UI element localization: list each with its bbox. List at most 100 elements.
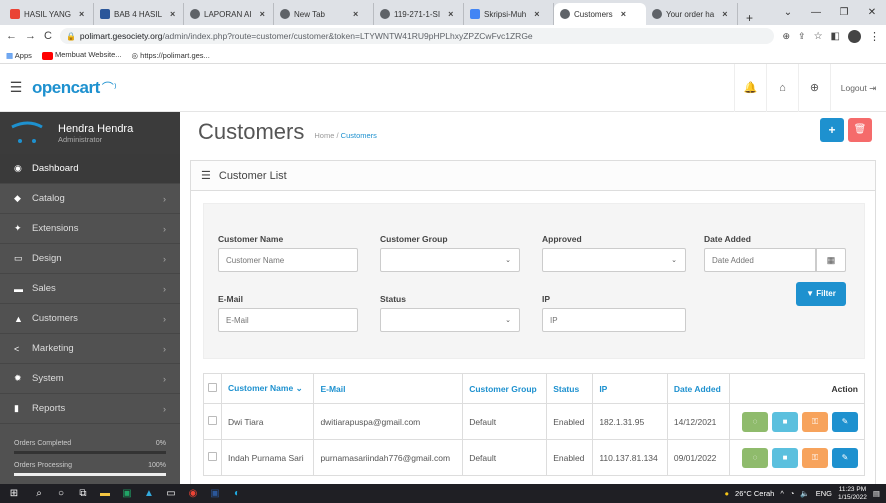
new-tab-button[interactable]: + bbox=[738, 11, 761, 25]
browser-tab[interactable]: LAPORAN AI × bbox=[184, 3, 274, 25]
col-date-added[interactable]: Date Added bbox=[666, 373, 731, 404]
lifebuoy-icon[interactable]: ⊕ bbox=[798, 64, 830, 112]
col-customer-name[interactable]: Customer Name ⌄ bbox=[220, 373, 315, 404]
filter-button[interactable]: ▼ Filter bbox=[796, 282, 846, 306]
browser-tab[interactable]: Your order ha × bbox=[646, 3, 738, 25]
sidebar-item-extensions[interactable]: ✦ Extensions › bbox=[0, 214, 180, 244]
close-icon[interactable]: × bbox=[722, 9, 727, 19]
task-view-icon[interactable]: ⧉ bbox=[72, 488, 94, 499]
close-icon[interactable]: × bbox=[79, 9, 84, 19]
date-added-input[interactable] bbox=[704, 248, 816, 272]
col-email[interactable]: E-Mail bbox=[313, 373, 464, 404]
bell-icon[interactable]: 🔔 bbox=[734, 64, 766, 112]
browser-tab[interactable]: HASIL YANG × bbox=[4, 3, 94, 25]
close-icon[interactable]: × bbox=[260, 9, 265, 19]
chevron-up-icon[interactable]: ^ bbox=[780, 489, 784, 498]
edit-pencil-icon[interactable]: ✎ bbox=[832, 447, 858, 468]
home-icon[interactable]: ⌂ bbox=[766, 64, 798, 112]
reload-icon[interactable]: C bbox=[44, 30, 52, 42]
browser-tab[interactable]: Skripsi-Muh × bbox=[464, 3, 554, 25]
add-customer-button[interactable]: + bbox=[820, 118, 844, 142]
sidepanel-icon[interactable]: ◧ bbox=[831, 31, 840, 42]
avatar[interactable] bbox=[848, 29, 861, 43]
bookmark-polimart[interactable]: ◎ https://polimart.ges... bbox=[132, 51, 210, 60]
unlock-key-icon[interactable]: ⚿ bbox=[802, 447, 828, 468]
sidebar-item-catalog[interactable]: ◆ Catalog › bbox=[0, 184, 180, 214]
customer-name-input[interactable] bbox=[218, 248, 358, 272]
cell-group: Default bbox=[462, 439, 548, 476]
close-window-icon[interactable]: ✕ bbox=[858, 7, 886, 18]
language-indicator[interactable]: ENG bbox=[816, 489, 832, 498]
close-icon[interactable]: × bbox=[170, 9, 175, 19]
clock[interactable]: 11:23 PM 1/15/2022 bbox=[838, 486, 867, 502]
browser-tab[interactable]: New Tab × bbox=[274, 3, 374, 25]
file-explorer-icon[interactable]: ▬ bbox=[94, 488, 116, 499]
sidebar-item-customers[interactable]: ▲ Customers › bbox=[0, 304, 180, 334]
col-ip[interactable]: IP bbox=[592, 373, 668, 404]
lock-icon[interactable]: ■ bbox=[772, 447, 798, 468]
sidebar-item-sales[interactable]: ▬ Sales › bbox=[0, 274, 180, 304]
search-icon[interactable]: ⌕ bbox=[28, 488, 50, 499]
opencart-logo[interactable]: opencart ⌒⁾ bbox=[32, 78, 117, 98]
chevron-down-icon[interactable]: ⌄ bbox=[774, 7, 802, 18]
sidebar-item-marketing[interactable]: < Marketing › bbox=[0, 334, 180, 364]
delete-button[interactable]: 🗑 bbox=[848, 118, 872, 142]
approved-select[interactable]: ⌄ bbox=[542, 248, 686, 272]
network-icon[interactable]: ◔ bbox=[790, 489, 795, 498]
cortana-icon[interactable]: ○ bbox=[50, 488, 72, 499]
status-select[interactable]: ⌄ bbox=[380, 308, 520, 332]
url-field[interactable]: 🔒 polimart.gesociety.org/admin/index.php… bbox=[59, 28, 775, 44]
windows-start-icon[interactable]: ⊞ bbox=[0, 488, 28, 499]
bookmark-youtube[interactable]: Membuat Website... bbox=[41, 50, 122, 60]
photos-icon[interactable]: ▭ bbox=[160, 488, 182, 499]
volume-icon[interactable]: 🔈 bbox=[800, 489, 809, 498]
close-icon[interactable]: × bbox=[534, 9, 539, 19]
star-icon[interactable]: ☆ bbox=[814, 31, 823, 42]
row-checkbox[interactable] bbox=[203, 403, 222, 440]
col-status[interactable]: Status bbox=[546, 373, 594, 404]
forward-icon[interactable]: → bbox=[25, 30, 36, 42]
email-input[interactable] bbox=[218, 308, 358, 332]
unlock-key-icon[interactable]: ⚿ bbox=[802, 411, 828, 432]
browser-tab[interactable]: BAB 4 HASIL × bbox=[94, 3, 184, 25]
notification-icon[interactable]: ▤ bbox=[873, 489, 880, 498]
browser-tab[interactable]: 119-271-1-SI × bbox=[374, 3, 464, 25]
restore-icon[interactable]: ❐ bbox=[830, 7, 858, 18]
close-icon[interactable]: × bbox=[448, 9, 453, 19]
col-customer-group[interactable]: Customer Group bbox=[462, 373, 548, 404]
sidebar-item-dashboard[interactable]: ◉ Dashboard bbox=[0, 154, 180, 184]
edge-icon[interactable]: ◐ bbox=[226, 488, 248, 499]
menu-dots-icon[interactable]: ⋮ bbox=[869, 30, 880, 43]
select-all-checkbox[interactable] bbox=[203, 373, 222, 404]
bookmark-apps[interactable]: ▦ Apps bbox=[6, 51, 32, 60]
close-icon[interactable]: × bbox=[621, 9, 626, 19]
customer-name-label: Customer Name bbox=[218, 234, 284, 244]
back-icon[interactable]: ← bbox=[6, 30, 17, 42]
tag-icon: ◆ bbox=[14, 193, 21, 203]
sidebar-item-system[interactable]: ✹ System › bbox=[0, 364, 180, 394]
hamburger-menu-icon[interactable]: ☰ bbox=[0, 79, 32, 96]
weather-text[interactable]: 26°C Cerah bbox=[735, 489, 774, 498]
sidebar-item-reports[interactable]: ▮ Reports › bbox=[0, 394, 180, 424]
breadcrumb-home[interactable]: Home bbox=[314, 131, 334, 140]
row-checkbox[interactable] bbox=[203, 439, 222, 476]
app-icon[interactable]: ▲ bbox=[138, 488, 160, 499]
excel-icon[interactable]: ▣ bbox=[116, 488, 138, 499]
sidebar-item-design[interactable]: ▭ Design › bbox=[0, 244, 180, 274]
unlock-icon[interactable]: ◌ bbox=[742, 447, 768, 468]
breadcrumb-customers[interactable]: Customers bbox=[341, 131, 377, 140]
logout-button[interactable]: Logout ⇥ bbox=[830, 64, 886, 112]
unlock-icon[interactable]: ◌ bbox=[742, 411, 768, 432]
zoom-icon[interactable]: ⊕ bbox=[782, 31, 790, 42]
word-icon[interactable]: ▣ bbox=[204, 488, 226, 499]
chrome-icon[interactable]: ◉ bbox=[182, 488, 204, 499]
calendar-icon[interactable]: ▦ bbox=[816, 248, 846, 272]
edit-pencil-icon[interactable]: ✎ bbox=[832, 411, 858, 432]
share-icon[interactable]: ⇪ bbox=[798, 31, 806, 42]
lock-icon[interactable]: ■ bbox=[772, 411, 798, 432]
minimize-icon[interactable]: — bbox=[802, 7, 830, 18]
customer-group-select[interactable]: ⌄ bbox=[380, 248, 520, 272]
browser-tab-active[interactable]: Customers × bbox=[554, 3, 646, 25]
close-icon[interactable]: × bbox=[353, 9, 358, 19]
ip-input[interactable] bbox=[542, 308, 686, 332]
